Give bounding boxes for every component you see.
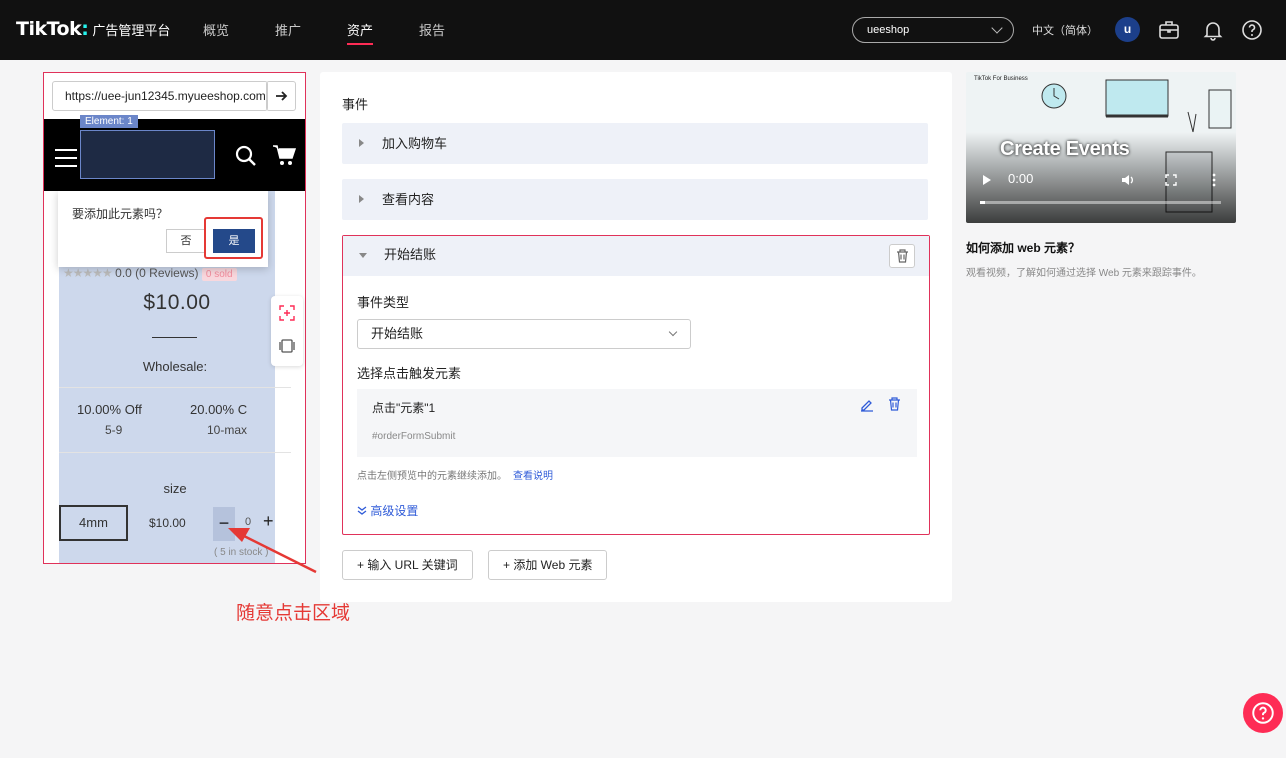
account-selector[interactable]: ueeshop [852, 17, 1014, 43]
avatar[interactable]: u [1115, 17, 1140, 42]
video-title: Create Events [1000, 138, 1130, 160]
plus-icon: + [503, 558, 514, 572]
volume-icon[interactable] [1121, 173, 1135, 187]
language-switcher[interactable]: 中文（简体） [1032, 22, 1098, 38]
nav-promotion[interactable]: 推广 [275, 20, 301, 39]
event-card-checkout: 开始结账 事件类型 开始结账 选择点击触发元素 点击"元素"1 #orderFo… [342, 235, 930, 535]
event-type-value: 开始结账 [371, 326, 424, 341]
add-web-element-button[interactable]: + 添加 Web 元素 [488, 550, 608, 580]
divider [152, 337, 197, 338]
caret-right-icon [359, 195, 364, 203]
help-icon [1252, 702, 1274, 724]
event-row-add-to-cart[interactable]: 加入购物车 [342, 123, 928, 164]
play-icon[interactable] [982, 174, 992, 186]
cart-icon[interactable] [272, 144, 296, 166]
event-settings-panel: 事件 加入购物车 查看内容 开始结账 事件类型 开始结账 选择点击触发元素 点击… [320, 72, 952, 602]
select-element-icon[interactable] [279, 305, 295, 321]
top-navbar: TikTok: 广告管理平台 概览 推广 资产 报告 ueeshop 中文（简体）… [0, 0, 1286, 60]
highlight-box [204, 217, 263, 259]
chevron-down-icon [991, 22, 1003, 34]
annotation-arrow [228, 528, 317, 574]
bell-icon[interactable] [1201, 18, 1225, 42]
hint-text: 点击左侧预览中的元素继续添加。 查看说明 [357, 471, 553, 482]
view-instructions-link[interactable]: 查看说明 [513, 471, 553, 482]
product-price: $10.00 [143, 291, 211, 314]
nav-overview[interactable]: 概览 [203, 20, 229, 39]
caret-right-icon [359, 139, 364, 147]
event-type-label: 事件类型 [357, 295, 410, 310]
shop-header: Element: 1 [44, 115, 305, 191]
event-type-select[interactable]: 开始结账 [357, 319, 691, 349]
fullscreen-icon[interactable] [1165, 174, 1177, 186]
sold-badge: 0 sold [201, 268, 237, 281]
plus-icon: + [357, 558, 368, 572]
chevron-down-icon [668, 327, 678, 337]
trigger-element-card: 点击"元素"1 #orderFormSubmit [357, 389, 917, 457]
video-progress-fill [980, 201, 985, 204]
browse-mode-icon[interactable] [279, 338, 295, 354]
event-label: 加入购物车 [382, 136, 448, 151]
double-chevron-down-icon [357, 506, 367, 515]
element-title: 点击"元素"1 [372, 401, 436, 415]
nav-reports[interactable]: 报告 [419, 20, 445, 39]
more-options-icon[interactable] [1212, 173, 1216, 187]
trash-icon[interactable] [888, 397, 901, 411]
howto-description: 观看视频，了解如何通过选择 Web 元素来跟踪事件。 [966, 268, 1202, 279]
help-icon[interactable] [1240, 18, 1264, 42]
advanced-settings-toggle[interactable]: 高级设置 [357, 502, 418, 519]
event-card-header[interactable]: 开始结账 [343, 236, 929, 276]
variant-price: $10.00 [149, 516, 186, 530]
annotation-text: 随意点击区域 [236, 603, 351, 624]
wholesale-tiers: 10.00% Off 5-9 20.00% C 10-max [59, 387, 291, 453]
help-floating-button[interactable] [1243, 693, 1283, 733]
arrow-right-icon [276, 91, 288, 101]
no-button[interactable]: 否 [166, 229, 206, 253]
event-label: 查看内容 [382, 192, 435, 207]
tier-range: 10-max [207, 423, 248, 437]
menu-icon[interactable] [54, 148, 78, 168]
video-time: 0:00 [1008, 171, 1034, 186]
trigger-element-label: 选择点击触发元素 [357, 366, 462, 381]
rating-row: ★★★★★ 0.0 (0 Reviews) 0 sold [63, 266, 237, 281]
tier-discount: 10.00% Off [77, 402, 142, 417]
account-name: ueeshop [867, 24, 910, 36]
wholesale-label: Wholesale: [142, 359, 208, 374]
url-go-button[interactable] [266, 81, 296, 111]
rating-text: 0.0 (0 Reviews) [115, 266, 199, 280]
preview-tools [271, 296, 303, 366]
tier-discount: 20.00% C [190, 402, 248, 417]
selected-element-box[interactable] [80, 130, 215, 179]
variant-option[interactable]: 4mm [59, 505, 128, 541]
event-card-title: 开始结账 [384, 247, 437, 262]
video-progress-bar[interactable] [980, 201, 1221, 204]
howto-title: 如何添加 web 元素？ [966, 241, 1081, 255]
website-preview: https://uee-jun12345.myueeshop.com Eleme… [43, 72, 306, 564]
trash-icon [896, 249, 908, 263]
briefcase-icon[interactable] [1157, 18, 1181, 42]
nav-assets[interactable]: 资产 [347, 20, 374, 45]
tiktok-logo[interactable]: TikTok: 广告管理平台 [16, 18, 170, 40]
element-tag: Element: 1 [80, 115, 138, 128]
tutorial-video[interactable]: TikTok For Business Create Events 0:00 [966, 72, 1236, 223]
confirm-question: 要添加此元素吗？ [72, 207, 169, 221]
delete-event-button[interactable] [889, 244, 915, 268]
add-url-keyword-button[interactable]: + 输入 URL 关键词 [342, 550, 473, 580]
edit-icon[interactable] [860, 398, 874, 412]
size-label: size [163, 481, 187, 496]
events-section-title: 事件 [342, 97, 369, 112]
search-icon[interactable] [235, 145, 257, 167]
preview-url-input[interactable]: https://uee-jun12345.myueeshop.com [52, 81, 268, 111]
caret-down-icon [359, 253, 367, 258]
element-selector: #orderFormSubmit [372, 431, 456, 442]
tier-range: 5-9 [105, 423, 123, 437]
event-row-view-content[interactable]: 查看内容 [342, 179, 928, 220]
